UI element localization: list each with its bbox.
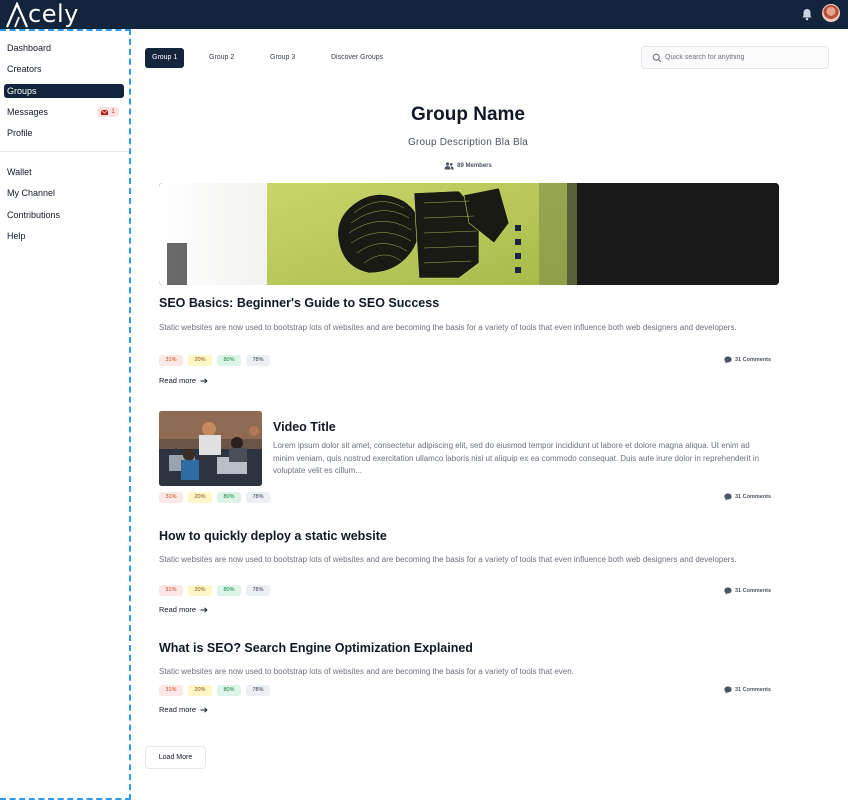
- tag-list: 31% 20% 80% 78%: [159, 355, 270, 366]
- sidebar-item-label: Help: [7, 231, 26, 241]
- tag-badge: 31%: [159, 355, 183, 366]
- hero-illustration: [159, 183, 779, 285]
- comment-icon: [724, 686, 732, 694]
- sidebar-item-label: My Channel: [7, 188, 56, 198]
- read-more-link[interactable]: Read more: [159, 705, 208, 714]
- sidebar-item-label: Wallet: [7, 167, 32, 177]
- page-title: Group Name: [410, 104, 526, 125]
- tag-badge: 20%: [188, 585, 212, 596]
- member-count-label: 89 Members: [457, 163, 492, 169]
- video-thumbnail-image: [159, 411, 262, 486]
- sidebar: Dashboard Creators Groups Messages 1 Pro…: [0, 29, 131, 800]
- tab-group-1[interactable]: Group 1: [145, 48, 185, 68]
- sidebar-item-dashboard[interactable]: Dashboard: [4, 41, 124, 55]
- tag-badge: 78%: [246, 492, 270, 503]
- logo-text: cely: [28, 0, 79, 28]
- comment-icon: [724, 587, 732, 595]
- tab-group-3[interactable]: Group 3: [263, 48, 302, 68]
- top-bar: cely: [0, 0, 848, 29]
- sidebar-item-help[interactable]: Help: [4, 229, 124, 243]
- search-icon: [652, 53, 662, 63]
- post-title[interactable]: SEO Basics: Beginner's Guide to SEO Succ…: [159, 296, 439, 310]
- messages-count: 1: [111, 109, 115, 115]
- tag-list: 31% 20% 80% 78%: [159, 585, 270, 596]
- video-title[interactable]: Video Title: [273, 420, 336, 434]
- group-description: Group Description Bla Bla: [407, 137, 529, 148]
- sidebar-item-creators[interactable]: Creators: [4, 62, 124, 76]
- read-more-label: Read more: [159, 705, 197, 714]
- tag-badge: 80%: [217, 492, 241, 503]
- people-icon: [444, 162, 454, 170]
- post-excerpt: Static websites are now used to bootstra…: [159, 555, 737, 564]
- comments-count: 31 Comments: [735, 588, 772, 594]
- video-thumbnail[interactable]: [159, 411, 262, 486]
- tag-badge: 31%: [159, 492, 183, 503]
- sidebar-item-profile[interactable]: Profile: [4, 126, 124, 140]
- tag-badge: 78%: [246, 585, 270, 596]
- sidebar-item-label: Contributions: [7, 210, 61, 220]
- sidebar-item-groups[interactable]: Groups: [4, 84, 124, 98]
- sidebar-item-my-channel[interactable]: My Channel: [4, 186, 124, 200]
- search-input[interactable]: [665, 50, 823, 65]
- sidebar-item-label: Groups: [7, 86, 37, 96]
- tag-badge: 20%: [188, 355, 212, 366]
- video-description: Lorem ipsum dolor sit amet, consectetur …: [273, 441, 760, 475]
- arrow-right-icon: [200, 377, 208, 384]
- messages-badge: 1: [97, 107, 119, 117]
- tag-badge: 80%: [217, 355, 241, 366]
- comment-icon: [724, 356, 732, 364]
- tag-list: 31% 20% 80% 78%: [159, 685, 270, 696]
- comments-link[interactable]: 31 Comments: [724, 493, 771, 501]
- tab-discover-groups[interactable]: Discover Groups: [324, 48, 390, 68]
- arrow-right-icon: [200, 706, 208, 713]
- mail-icon: [101, 109, 109, 115]
- sidebar-item-contributions[interactable]: Contributions: [4, 208, 124, 222]
- sidebar-item-label: Messages: [7, 107, 49, 117]
- post-excerpt: Static websites are now used to bootstra…: [159, 667, 574, 676]
- load-more-button[interactable]: Load More: [145, 746, 206, 769]
- sidebar-item-label: Creators: [7, 64, 42, 74]
- member-count[interactable]: 89 Members: [400, 162, 536, 170]
- hero-image: [159, 183, 779, 285]
- sidebar-item-wallet[interactable]: Wallet: [4, 165, 124, 179]
- bell-icon[interactable]: [800, 7, 814, 21]
- search-box[interactable]: [641, 46, 829, 69]
- post-title[interactable]: What is SEO? Search Engine Optimization …: [159, 641, 473, 655]
- comments-link[interactable]: 31 Comments: [724, 587, 771, 595]
- comments-link[interactable]: 31 Comments: [724, 356, 771, 364]
- comments-link[interactable]: 31 Comments: [724, 686, 771, 694]
- post-title[interactable]: How to quickly deploy a static website: [159, 529, 387, 543]
- comments-count: 31 Comments: [735, 357, 772, 363]
- logo[interactable]: cely: [6, 0, 79, 29]
- avatar[interactable]: [822, 4, 840, 22]
- read-more-link[interactable]: Read more: [159, 376, 208, 385]
- read-more-label: Read more: [159, 376, 197, 385]
- tag-badge: 80%: [217, 685, 241, 696]
- logo-a-icon: [6, 1, 28, 27]
- read-more-label: Read more: [159, 605, 197, 614]
- tag-badge: 80%: [217, 585, 241, 596]
- comments-count: 31 Comments: [735, 687, 772, 693]
- comments-count: 31 Comments: [735, 494, 772, 500]
- tag-badge: 78%: [246, 685, 270, 696]
- sidebar-item-label: Profile: [7, 128, 33, 138]
- comment-icon: [724, 493, 732, 501]
- tag-badge: 31%: [159, 585, 183, 596]
- sidebar-divider: [0, 151, 129, 152]
- tag-badge: 78%: [246, 355, 270, 366]
- tab-group-2[interactable]: Group 2: [202, 48, 241, 68]
- tag-badge: 31%: [159, 685, 183, 696]
- read-more-link[interactable]: Read more: [159, 605, 208, 614]
- arrow-right-icon: [200, 606, 208, 613]
- tag-list: 31% 20% 80% 78%: [159, 492, 270, 503]
- tag-badge: 20%: [188, 685, 212, 696]
- tag-badge: 20%: [188, 492, 212, 503]
- post-excerpt: Static websites are now used to bootstra…: [159, 323, 737, 332]
- sidebar-item-messages[interactable]: Messages 1: [4, 105, 124, 119]
- sidebar-item-label: Dashboard: [7, 43, 52, 53]
